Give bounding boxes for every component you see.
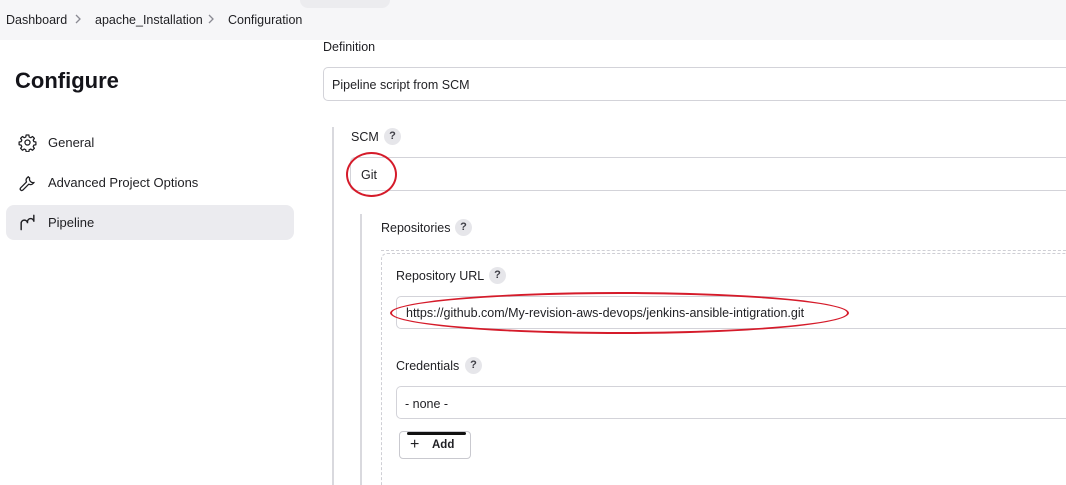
repository-url-help-button[interactable]: ? xyxy=(489,267,506,284)
definition-label: Definition xyxy=(323,40,376,54)
chevron-right-icon xyxy=(73,12,83,26)
sidebar-item-label: General xyxy=(48,135,95,150)
chevron-right-icon xyxy=(206,12,216,26)
sidebar-item-advanced-project-options[interactable]: Advanced Project Options xyxy=(6,165,294,200)
scm-help-button[interactable]: ? xyxy=(384,128,401,145)
plus-icon: + xyxy=(410,436,420,453)
sidebar-item-general[interactable]: General xyxy=(6,125,294,160)
wrench-icon xyxy=(18,173,37,192)
git-section-guide xyxy=(360,214,362,485)
repositories-help-button[interactable]: ? xyxy=(455,219,472,236)
add-credentials-button[interactable]: + Add xyxy=(399,431,471,459)
credentials-select[interactable]: - none - xyxy=(396,386,1066,419)
credentials-help-button[interactable]: ? xyxy=(465,357,482,374)
scm-select[interactable]: Git xyxy=(350,157,1066,191)
repositories-label: Repositories xyxy=(381,221,451,235)
add-button-label: Add xyxy=(432,439,455,451)
credentials-selected-value: - none - xyxy=(405,397,449,411)
definition-selected-value: Pipeline script from SCM xyxy=(332,78,470,92)
sidebar-item-label: Pipeline xyxy=(48,215,95,230)
repository-url-label: Repository URL xyxy=(396,269,485,283)
breadcrumb-dashboard[interactable]: Dashboard xyxy=(6,13,67,27)
credentials-label: Credentials xyxy=(396,359,460,373)
add-button-highlight xyxy=(407,432,466,435)
pipeline-icon xyxy=(18,213,37,232)
breadcrumb-job[interactable]: apache_Installation xyxy=(95,13,203,27)
top-shadow xyxy=(300,0,390,8)
scm-section-guide xyxy=(332,127,334,485)
sidebar-item-pipeline[interactable]: Pipeline xyxy=(6,205,294,240)
scm-label: SCM xyxy=(351,130,379,144)
scm-selected-value: Git xyxy=(361,168,377,182)
definition-select[interactable]: Pipeline script from SCM xyxy=(323,67,1066,101)
page-title: Configure xyxy=(15,68,119,93)
repository-panel xyxy=(381,253,1066,485)
gear-icon xyxy=(18,133,37,152)
breadcrumb-configuration[interactable]: Configuration xyxy=(228,13,302,27)
repository-url-input[interactable] xyxy=(396,296,1066,329)
breadcrumb: Dashboard apache_Installation Configurat… xyxy=(0,0,1066,40)
sidebar-item-label: Advanced Project Options xyxy=(48,175,199,190)
repositories-divider xyxy=(381,250,1066,251)
